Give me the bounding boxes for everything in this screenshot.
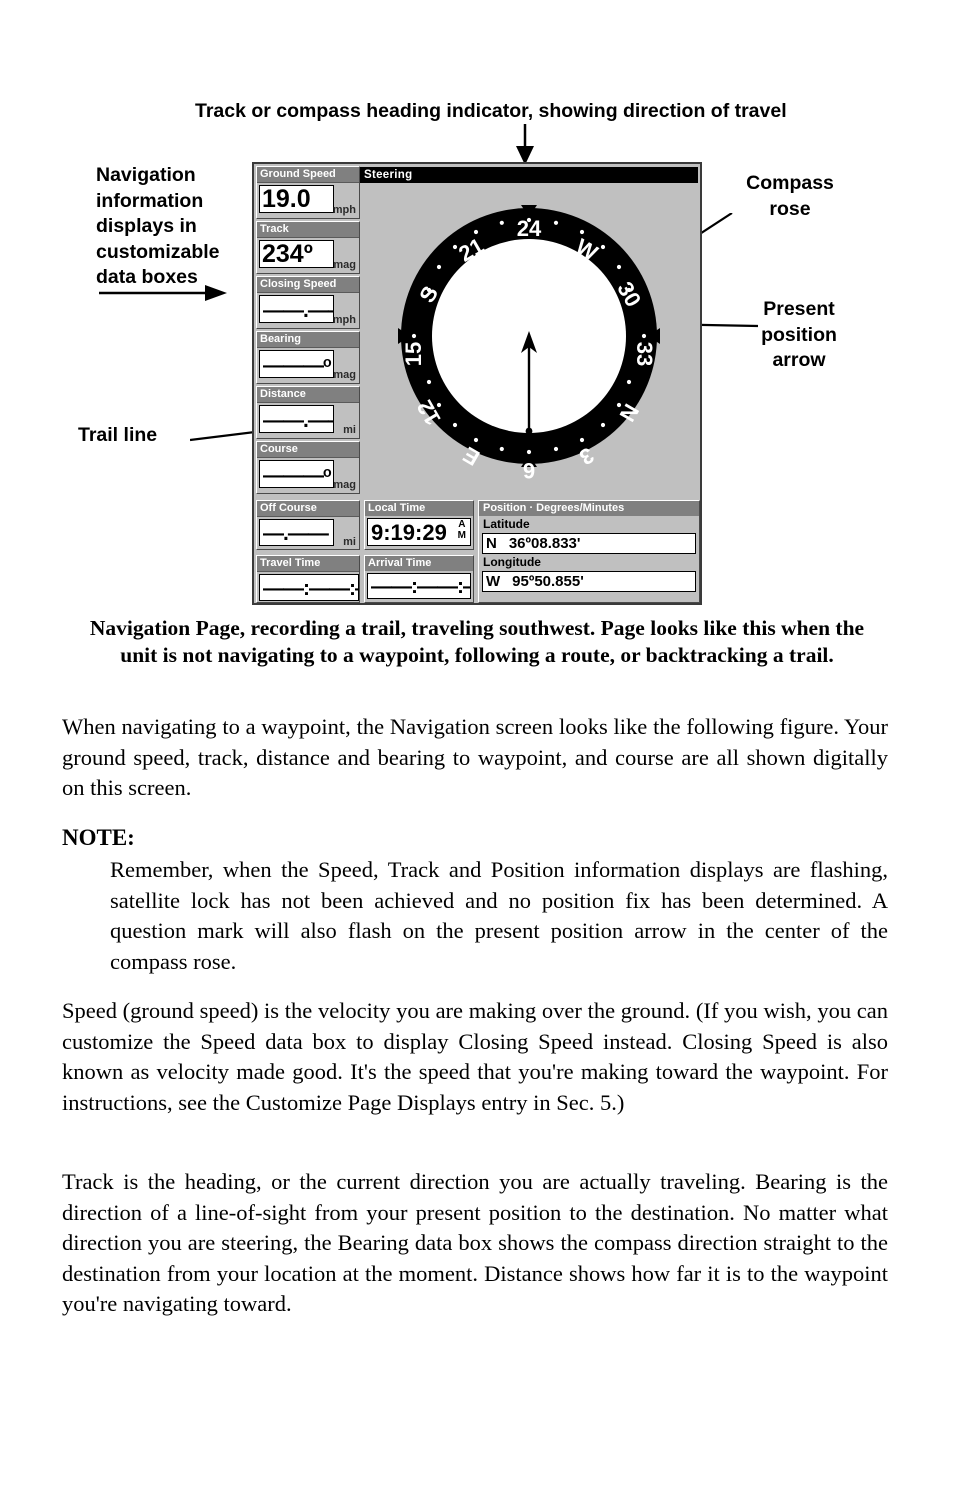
longitude-value: 95º50.855' xyxy=(512,573,584,590)
compass-rose[interactable]: 24 W 30 33 N 3 6 E 12 15 S 21 xyxy=(360,183,698,498)
data-box-value-field: 19.0 xyxy=(259,185,334,213)
longitude-value-field: W 95º50.855' xyxy=(482,571,696,592)
screen-title: Steering xyxy=(364,169,413,181)
data-box-unit: mph xyxy=(332,314,356,326)
data-box-bearing[interactable]: Bearing ———ᵒ mag xyxy=(256,331,360,384)
latitude-label: Latitude xyxy=(483,517,530,531)
meridiem-indicator: A M xyxy=(457,519,466,541)
data-box-label: Travel Time xyxy=(257,556,359,572)
leader-line-top xyxy=(516,124,534,165)
data-box-value-field: ——:——:—— xyxy=(259,574,359,601)
latitude-value: 36º08.833' xyxy=(508,535,581,552)
panel-label: Position · Degrees/Minutes xyxy=(479,501,699,516)
data-box-unit: mi xyxy=(343,424,356,436)
data-box-distance[interactable]: Distance ——.—— mi xyxy=(256,386,360,439)
svg-text:6: 6 xyxy=(523,458,535,483)
svg-text:3: 3 xyxy=(575,442,598,470)
data-box-course[interactable]: Course ———ᵒ mag xyxy=(256,441,360,494)
paragraph-track-bearing: Track is the heading, or the current dir… xyxy=(62,1169,888,1316)
data-box-unit: mag xyxy=(333,259,356,271)
data-box-label: Off Course xyxy=(257,501,359,517)
data-box-track[interactable]: Track 234º mag xyxy=(256,221,360,274)
data-box-unit: mag xyxy=(333,479,356,491)
note-heading: NOTE: xyxy=(62,825,135,850)
svg-text:15: 15 xyxy=(401,342,426,366)
data-box-value-field: ———ᵒ xyxy=(259,350,334,378)
panel-local-time[interactable]: Local Time 9:19:29 A M xyxy=(364,500,474,550)
data-box-label: Ground Speed xyxy=(257,167,359,183)
data-box-value-field: ———ᵒ xyxy=(259,460,334,488)
data-box-label: Distance xyxy=(257,387,359,403)
data-box-value-field: 234º xyxy=(259,240,334,268)
data-box-label: Course xyxy=(257,442,359,458)
data-box-label: Bearing xyxy=(257,332,359,348)
data-box-unit: mph xyxy=(332,204,356,216)
data-box-value-field: —.—— xyxy=(259,519,334,546)
latitude-hemisphere: N xyxy=(486,535,497,552)
annotation-present-position-arrow: Present position arrow xyxy=(761,298,837,371)
annotation-compass-rose: Compass rose xyxy=(746,172,834,220)
annotation-data-boxes: Navigation information displays in custo… xyxy=(96,164,220,288)
annotation-trail-line: Trail line xyxy=(78,424,158,446)
panel-label: Local Time xyxy=(365,501,473,516)
data-box-unit: mi xyxy=(343,536,356,548)
data-box-ground-speed[interactable]: Ground Speed 19.0 mph xyxy=(256,166,360,219)
data-box-value-field: ——.—— xyxy=(259,405,334,433)
latitude-value-field: N 36º08.833' xyxy=(482,533,696,554)
data-box-label: Closing Speed xyxy=(257,277,359,293)
svg-text:33: 33 xyxy=(632,342,657,366)
screen-title-bar: Steering xyxy=(360,167,698,183)
figure-caption: Navigation Page, recording a trail, trav… xyxy=(89,616,865,667)
longitude-hemisphere: W xyxy=(486,573,501,590)
data-box-closing-speed[interactable]: Closing Speed ——.—— mph xyxy=(256,276,360,329)
data-box-off-course[interactable]: Off Course —.—— mi xyxy=(256,500,360,550)
local-time-value-field: 9:19:29 A M xyxy=(367,518,471,546)
panel-arrival-time[interactable]: Arrival Time ——:——:—— xyxy=(364,555,474,603)
note-body: Remember, when the Speed, Track and Posi… xyxy=(110,857,888,974)
gps-navigation-screen[interactable]: Steering Ground Speed 19.0 mph Track 234… xyxy=(252,162,702,605)
arrival-time-value-field: ——:——:—— xyxy=(367,573,471,599)
longitude-label: Longitude xyxy=(483,555,541,569)
data-box-value-field: ——.—— xyxy=(259,295,334,323)
data-box-unit: mag xyxy=(333,369,356,381)
panel-position[interactable]: Position · Degrees/Minutes Latitude N 36º… xyxy=(478,500,700,603)
data-box-label: Track xyxy=(257,222,359,238)
paragraph-navigating-to-waypoint: When navigating to a waypoint, the Navig… xyxy=(62,714,888,800)
panel-label: Arrival Time xyxy=(365,556,473,571)
svg-text:24: 24 xyxy=(517,216,542,241)
data-box-travel-time[interactable]: Travel Time ——:——:—— xyxy=(256,555,360,603)
paragraph-ground-speed: Speed (ground speed) is the velocity you… xyxy=(62,998,888,1115)
annotation-heading-indicator: Track or compass heading indicator, show… xyxy=(195,100,787,122)
leader-line-data-boxes xyxy=(99,285,227,301)
